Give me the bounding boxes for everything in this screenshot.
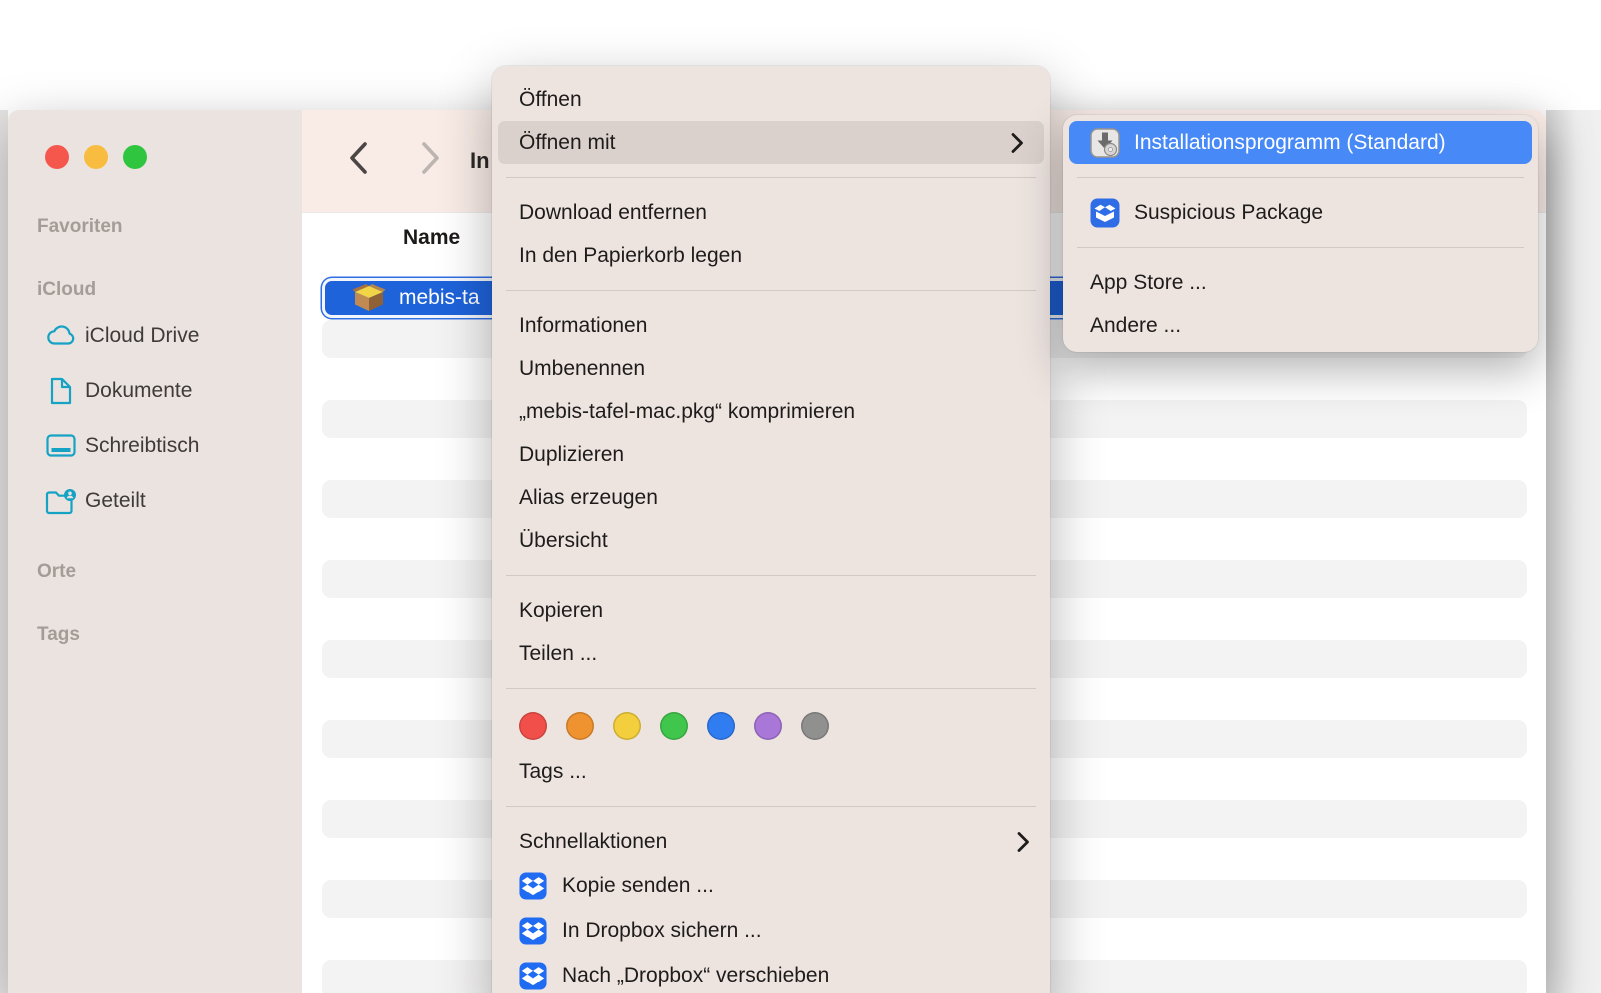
menu-separator <box>506 177 1036 178</box>
menu-item-uebersicht[interactable]: Übersicht <box>492 519 1050 562</box>
tag-blue-button[interactable] <box>707 712 735 740</box>
close-window-button[interactable] <box>45 145 69 169</box>
sidebar-item-icloud-drive[interactable]: iCloud Drive <box>45 321 199 351</box>
menu-item-komprimieren[interactable]: „mebis-tafel-mac.pkg“ komprimieren <box>492 390 1050 433</box>
tag-purple-button[interactable] <box>754 712 782 740</box>
installer-app-icon <box>1090 128 1120 158</box>
shared-folder-icon <box>45 486 77 516</box>
menu-item-label: Öffnen <box>519 88 582 112</box>
tag-orange-button[interactable] <box>566 712 594 740</box>
suspicious-package-icon <box>1090 198 1120 228</box>
menu-separator <box>506 575 1036 576</box>
menu-item-umbenennen[interactable]: Umbenennen <box>492 347 1050 390</box>
tag-gray-button[interactable] <box>801 712 829 740</box>
menu-separator <box>506 290 1036 291</box>
tag-red-button[interactable] <box>519 712 547 740</box>
open-with-submenu: Installationsprogramm (Standard) Suspici… <box>1063 115 1538 352</box>
menu-item-in-dropbox-sichern[interactable]: In Dropbox sichern ... <box>492 908 1050 953</box>
sidebar-item-label: iCloud Drive <box>85 324 199 348</box>
menu-item-label: Informationen <box>519 314 647 338</box>
tag-yellow-button[interactable] <box>613 712 641 740</box>
submenu-item-label: Suspicious Package <box>1134 201 1323 225</box>
submenu-item-andere[interactable]: Andere ... <box>1063 304 1538 347</box>
menu-item-label: Öffnen mit <box>519 131 616 155</box>
menu-item-tags[interactable]: Tags ... <box>492 750 1050 793</box>
submenu-item-installationsprogramm[interactable]: Installationsprogramm (Standard) <box>1069 121 1532 164</box>
menu-separator <box>506 806 1036 807</box>
back-button[interactable] <box>346 140 372 176</box>
submenu-item-label: Andere ... <box>1090 314 1181 338</box>
context-menu: Öffnen Öffnen mit Download entfernen In … <box>492 66 1050 993</box>
menu-item-label: Kopieren <box>519 599 603 623</box>
sidebar-item-dokumente[interactable]: Dokumente <box>45 376 192 406</box>
menu-item-papierkorb[interactable]: In den Papierkorb legen <box>492 234 1050 277</box>
menu-item-label: Teilen ... <box>519 642 597 666</box>
sidebar-section-favoriten: Favoriten <box>37 212 123 242</box>
menu-separator <box>1077 247 1524 248</box>
column-header-name[interactable]: Name <box>403 213 460 263</box>
forward-button[interactable] <box>417 140 443 176</box>
menu-item-duplizieren[interactable]: Duplizieren <box>492 433 1050 476</box>
chevron-right-icon <box>1016 831 1030 853</box>
sidebar-item-label: Schreibtisch <box>85 434 199 458</box>
menu-separator <box>506 688 1036 689</box>
menu-item-label: Übersicht <box>519 529 608 553</box>
menu-item-label: Kopie senden ... <box>562 874 714 898</box>
chevron-right-icon <box>1010 132 1024 154</box>
sidebar-item-label: Dokumente <box>85 379 192 403</box>
finder-sidebar: Favoriten iCloud iCloud Drive Dokume <box>8 110 303 993</box>
desktop-icon <box>45 431 77 461</box>
selected-file-name: mebis-ta <box>399 286 480 310</box>
menu-item-label: Download entfernen <box>519 201 707 225</box>
sidebar-item-geteilt[interactable]: Geteilt <box>45 486 146 516</box>
dropbox-icon <box>519 872 547 900</box>
menu-item-label: Alias erzeugen <box>519 486 658 510</box>
menu-item-informationen[interactable]: Informationen <box>492 304 1050 347</box>
desktop-background-right <box>1546 110 1601 993</box>
menu-item-label: In Dropbox sichern ... <box>562 919 762 943</box>
menu-item-oeffnen[interactable]: Öffnen <box>492 78 1050 121</box>
tag-green-button[interactable] <box>660 712 688 740</box>
minimize-window-button[interactable] <box>84 145 108 169</box>
menu-item-download-entfernen[interactable]: Download entfernen <box>492 191 1050 234</box>
menu-item-alias-erzeugen[interactable]: Alias erzeugen <box>492 476 1050 519</box>
menu-item-label: Schnellaktionen <box>519 830 667 854</box>
tag-color-row <box>492 702 1050 750</box>
sidebar-section-icloud: iCloud <box>37 275 96 305</box>
submenu-item-label: Installationsprogramm (Standard) <box>1134 131 1446 155</box>
menu-separator <box>1077 177 1524 178</box>
menu-item-schnellaktionen[interactable]: Schnellaktionen <box>492 820 1050 863</box>
desktop-background-left <box>0 110 8 993</box>
sidebar-section-orte: Orte <box>37 557 76 587</box>
document-icon <box>45 376 77 406</box>
menu-item-label: Duplizieren <box>519 443 624 467</box>
dropbox-icon <box>519 962 547 990</box>
menu-item-oeffnen-mit[interactable]: Öffnen mit <box>498 121 1044 164</box>
menu-item-kopie-senden[interactable]: Kopie senden ... <box>492 863 1050 908</box>
submenu-item-app-store[interactable]: App Store ... <box>1063 261 1538 304</box>
menu-item-teilen[interactable]: Teilen ... <box>492 632 1050 675</box>
sidebar-item-schreibtisch[interactable]: Schreibtisch <box>45 431 199 461</box>
cloud-icon <box>45 321 77 351</box>
submenu-item-suspicious-package[interactable]: Suspicious Package <box>1063 191 1538 234</box>
menu-item-nach-dropbox-verschieben[interactable]: Nach „Dropbox“ verschieben <box>492 953 1050 993</box>
submenu-item-label: App Store ... <box>1090 271 1207 295</box>
sidebar-item-label: Geteilt <box>85 489 146 513</box>
menu-item-label: „mebis-tafel-mac.pkg“ komprimieren <box>519 400 855 424</box>
fullscreen-window-button[interactable] <box>123 145 147 169</box>
dropbox-icon <box>519 917 547 945</box>
window-title: In <box>470 110 490 212</box>
menu-item-label: In den Papierkorb legen <box>519 244 742 268</box>
sidebar-section-tags: Tags <box>37 620 80 650</box>
screen: Favoriten iCloud iCloud Drive Dokume <box>0 0 1601 993</box>
menu-item-label: Tags ... <box>519 760 587 784</box>
menu-item-label: Umbenennen <box>519 357 645 381</box>
menu-item-kopieren[interactable]: Kopieren <box>492 589 1050 632</box>
package-file-icon <box>352 283 386 313</box>
menu-item-label: Nach „Dropbox“ verschieben <box>562 964 829 988</box>
